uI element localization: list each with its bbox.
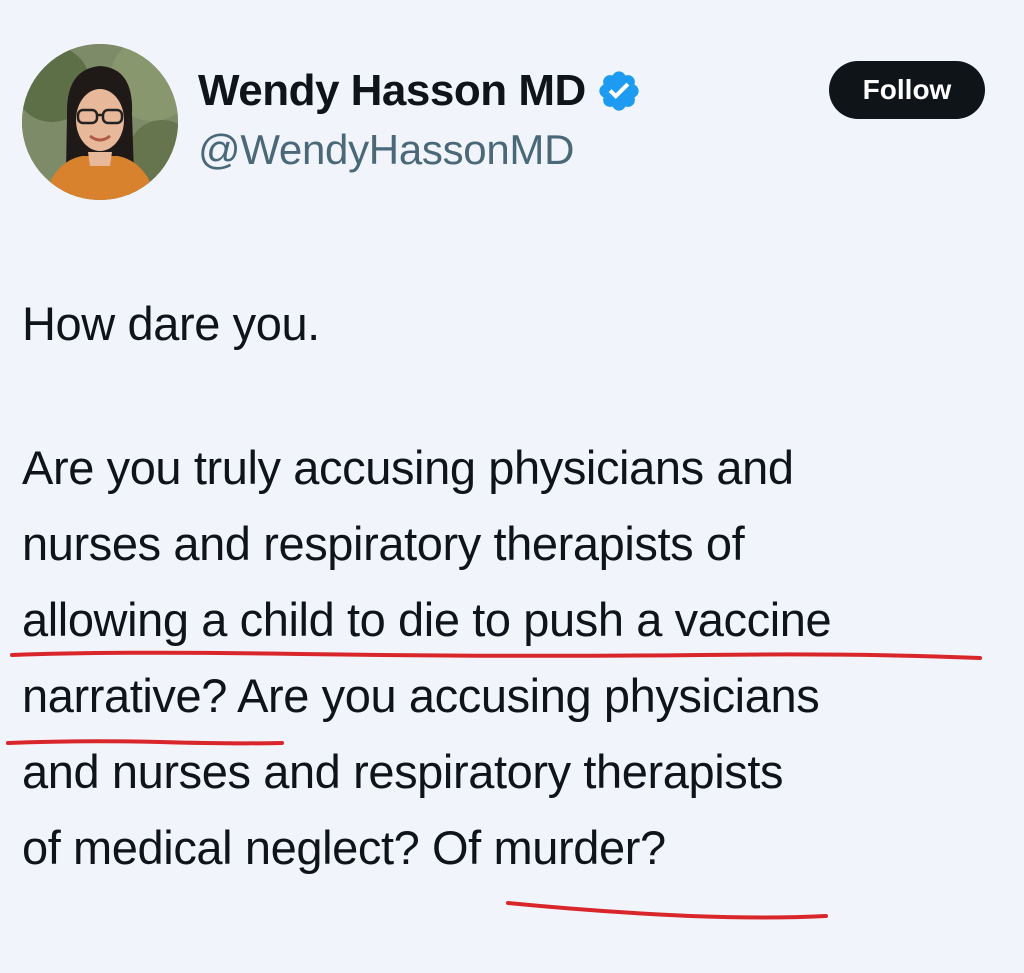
avatar-photo — [22, 44, 178, 200]
tweet-text-line: and nurses and respiratory therapists — [22, 745, 784, 798]
red-underline-mark — [506, 901, 828, 920]
red-underline-mark — [10, 650, 982, 660]
tweet-text-line: of medical neglect? Of murder? — [22, 821, 666, 874]
tweet-text-line: allowing a child to die to push a vaccin… — [22, 593, 832, 646]
verified-badge-icon — [596, 68, 642, 114]
author-name-row: Wendy Hasson MD — [198, 66, 642, 116]
tweet-text-line: How dare you. — [22, 297, 320, 350]
red-underline-mark — [6, 739, 284, 746]
tweet-text-line: nurses and respiratory therapists of — [22, 517, 745, 570]
tweet-text-line: narrative? Are you accusing physicians — [22, 669, 820, 722]
follow-button[interactable]: Follow — [829, 61, 985, 119]
tweet-text-line: Are you truly accusing physicians and — [22, 441, 794, 494]
avatar[interactable] — [22, 44, 178, 200]
author-display-name[interactable]: Wendy Hasson MD — [198, 66, 586, 116]
author-handle[interactable]: @WendyHassonMD — [198, 126, 574, 174]
